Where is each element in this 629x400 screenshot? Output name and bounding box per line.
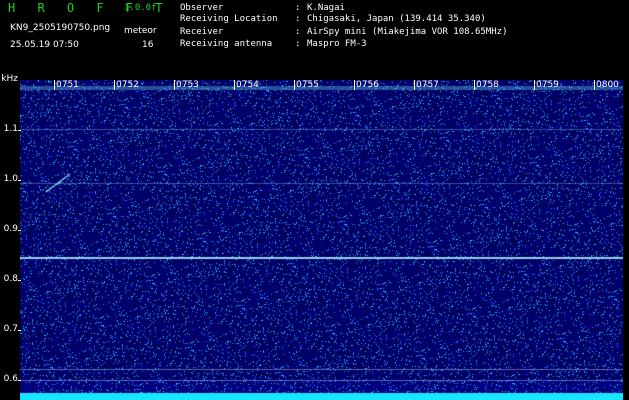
x-tick-label: 0756: [356, 80, 379, 90]
observer-label: Observer: [180, 3, 224, 13]
meteor-label: meteor: [124, 26, 157, 36]
y-tick-mark: [18, 330, 21, 331]
location-value: Chigasaki, Japan (139.414 35.340): [307, 14, 486, 24]
y-tick-label: 0.9: [3, 224, 18, 234]
x-tick-mark: [234, 80, 235, 90]
antenna-value: Maspro FM-3: [307, 39, 367, 49]
location-sep: :: [295, 14, 301, 24]
header-panel: H R O F F T 1.0.0f KN9_2505190750.png 25…: [0, 0, 629, 72]
y-tick-label: 0.6: [3, 374, 18, 384]
x-tick-label: 0758: [476, 80, 499, 90]
observer-sep: :: [295, 3, 301, 13]
x-tick-mark: [54, 80, 55, 90]
y-tick-label: 0.8: [3, 274, 18, 284]
y-tick-mark: [18, 380, 21, 381]
x-tick-label: 0800: [596, 80, 619, 90]
filename-label: KN9_2505190750.png: [10, 23, 111, 33]
x-tick-mark: [414, 80, 415, 90]
location-label: Receiving Location: [180, 14, 278, 24]
observer-value: K.Nagai: [307, 3, 345, 13]
y-tick-mark: [18, 230, 21, 231]
y-tick-label: 1.0: [3, 174, 18, 184]
x-tick-label: 0751: [56, 80, 79, 90]
x-tick-mark: [354, 80, 355, 90]
x-tick-mark: [174, 80, 175, 90]
x-tick-label: 0759: [536, 80, 559, 90]
y-axis-unit: kHz: [1, 74, 18, 84]
y-tick-label: 1.1: [3, 124, 18, 134]
receiver-value: AirSpy mini (Miakejima VOR 108.65MHz): [307, 27, 508, 37]
x-tick-label: 0754: [236, 80, 259, 90]
y-tick-mark: [18, 280, 21, 281]
y-tick-label: 0.7: [3, 324, 18, 334]
x-tick-mark: [594, 80, 595, 90]
spectrogram-canvas: [20, 80, 623, 400]
x-tick-mark: [114, 80, 115, 90]
x-tick-mark: [294, 80, 295, 90]
receiver-label: Receiver: [180, 27, 224, 37]
antenna-sep: :: [295, 39, 301, 49]
x-tick-label: 0753: [176, 80, 199, 90]
x-tick-label: 0757: [416, 80, 439, 90]
x-tick-label: 0752: [116, 80, 139, 90]
y-tick-mark: [18, 180, 21, 181]
x-tick-mark: [534, 80, 535, 90]
x-tick-label: 0755: [296, 80, 319, 90]
antenna-label: Receiving antenna: [180, 39, 273, 49]
datetime-label: 25.05.19 07:50: [10, 40, 79, 50]
y-tick-mark: [18, 130, 21, 131]
x-tick-mark: [474, 80, 475, 90]
meteor-count: 16: [142, 40, 154, 50]
receiver-sep: :: [295, 27, 301, 37]
version-label: 1.0.0f: [124, 3, 157, 13]
